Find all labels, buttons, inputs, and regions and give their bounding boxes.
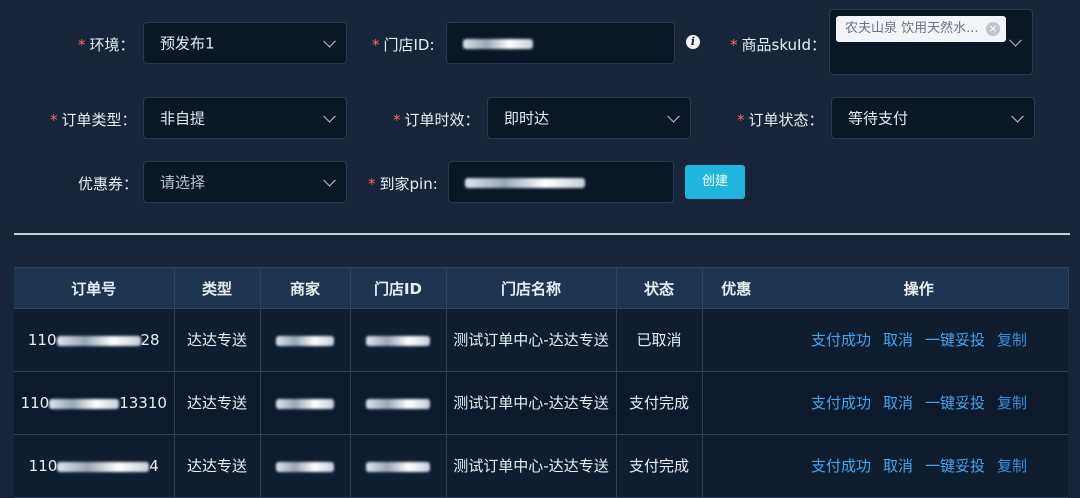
one-click-deliver-link[interactable]: 一键妥投 <box>925 457 985 475</box>
store-id-cell-redacted <box>350 434 447 498</box>
actions-cell: 支付成功 取消 一键妥投 复制 <box>770 308 1068 372</box>
status-cell: 支付完成 <box>616 434 703 498</box>
header-type: 类型 <box>174 267 261 309</box>
discount-cell <box>702 308 770 372</box>
order-type-select[interactable]: 非自提 <box>143 97 347 139</box>
sku-select[interactable]: 农夫山泉 饮用天然水... × <box>829 9 1033 75</box>
one-click-deliver-link[interactable]: 一键妥投 <box>925 394 985 412</box>
orders-table: 订单号 类型 商家 门店ID 门店名称 状态 优惠 操作 110 28 达达专送 … <box>14 267 1069 498</box>
status-cell: 已取消 <box>616 308 703 372</box>
one-click-deliver-link[interactable]: 一键妥投 <box>925 331 985 349</box>
chevron-down-icon <box>323 109 336 123</box>
discount-cell <box>702 434 770 498</box>
env-select-value: 预发布1 <box>160 34 215 53</box>
chevron-down-icon <box>1011 109 1024 123</box>
order-type-value: 非自提 <box>160 109 206 128</box>
pay-success-link[interactable]: 支付成功 <box>811 331 871 349</box>
header-order-no: 订单号 <box>14 267 175 309</box>
order-status-value: 等待支付 <box>848 109 909 128</box>
table-row: 110 28 达达专送 测试订单中心-达达专送 已取消 支付成功 取消 一键妥投 复制 <box>14 308 1068 372</box>
store-name-cell: 测试订单中心-达达专送 <box>446 371 617 435</box>
coupon-select[interactable]: 请选择 <box>143 161 347 203</box>
store-id-label: * 门店ID: <box>372 36 435 54</box>
create-button[interactable]: 创建 <box>685 165 745 199</box>
order-time-label: * 订单时效： <box>393 111 480 129</box>
table-header-row: 订单号 类型 商家 门店ID 门店名称 状态 优惠 操作 <box>14 267 1069 309</box>
order-type-label: * 订单类型： <box>50 111 137 129</box>
env-select[interactable]: 预发布1 <box>143 22 347 64</box>
close-icon[interactable]: × <box>986 22 1000 36</box>
status-cell: 支付完成 <box>616 371 703 435</box>
header-discount: 优惠 <box>702 267 770 309</box>
order-time-select[interactable]: 即时达 <box>487 97 691 139</box>
cancel-link[interactable]: 取消 <box>883 394 913 412</box>
sku-label: * 商品skuId： <box>730 36 826 54</box>
order-no-cell: 110 4 <box>14 434 175 498</box>
divider <box>14 233 1070 235</box>
table-row: 110 4 达达专送 测试订单中心-达达专送 支付完成 支付成功 取消 一键妥投 复制 <box>14 434 1068 498</box>
merchant-cell-redacted <box>260 308 351 372</box>
copy-link[interactable]: 复制 <box>997 331 1027 349</box>
store-name-cell: 测试订单中心-达达专送 <box>446 434 617 498</box>
actions-cell: 支付成功 取消 一键妥投 复制 <box>770 371 1068 435</box>
env-label: * 环境： <box>78 36 135 54</box>
type-cell: 达达专送 <box>174 434 261 498</box>
pay-success-link[interactable]: 支付成功 <box>811 457 871 475</box>
chevron-down-icon <box>323 34 336 48</box>
table-row: 110 13310 达达专送 测试订单中心-达达专送 支付完成 支付成功 取消 一键妥… <box>14 371 1068 435</box>
coupon-placeholder: 请选择 <box>160 173 206 192</box>
copy-link[interactable]: 复制 <box>997 457 1027 475</box>
chevron-down-icon <box>1009 33 1022 47</box>
store-id-input[interactable] <box>446 22 675 64</box>
header-store-name: 门店名称 <box>446 267 617 309</box>
chevron-down-icon <box>323 173 336 187</box>
copy-link[interactable]: 复制 <box>997 394 1027 412</box>
type-cell: 达达专送 <box>174 308 261 372</box>
type-cell: 达达专送 <box>174 371 261 435</box>
info-icon[interactable]: i <box>686 35 700 49</box>
pay-success-link[interactable]: 支付成功 <box>811 394 871 412</box>
order-no-cell: 110 13310 <box>14 371 175 435</box>
sku-tag-label: 农夫山泉 饮用天然水... <box>845 21 979 36</box>
header-actions: 操作 <box>770 267 1069 309</box>
discount-cell <box>702 371 770 435</box>
actions-cell: 支付成功 取消 一键妥投 复制 <box>770 434 1068 498</box>
order-no-cell: 110 28 <box>14 308 175 372</box>
store-id-value-redacted <box>463 34 533 52</box>
store-id-cell-redacted <box>350 371 447 435</box>
sku-tag: 农夫山泉 饮用天然水... × <box>836 16 1006 42</box>
pin-value-redacted <box>465 173 585 191</box>
order-time-value: 即时达 <box>504 109 550 128</box>
merchant-cell-redacted <box>260 434 351 498</box>
store-id-cell-redacted <box>350 308 447 372</box>
header-merchant: 商家 <box>260 267 351 309</box>
merchant-cell-redacted <box>260 371 351 435</box>
order-status-select[interactable]: 等待支付 <box>831 97 1035 139</box>
header-store-id: 门店ID <box>350 267 447 309</box>
header-status: 状态 <box>616 267 703 309</box>
cancel-link[interactable]: 取消 <box>883 331 913 349</box>
cancel-link[interactable]: 取消 <box>883 457 913 475</box>
coupon-label: 优惠券： <box>78 175 139 193</box>
order-status-label: * 订单状态： <box>737 111 824 129</box>
chevron-down-icon <box>667 109 680 123</box>
store-name-cell: 测试订单中心-达达专送 <box>446 308 617 372</box>
pin-label: * 到家pin: <box>368 175 438 193</box>
pin-input[interactable] <box>448 161 674 203</box>
